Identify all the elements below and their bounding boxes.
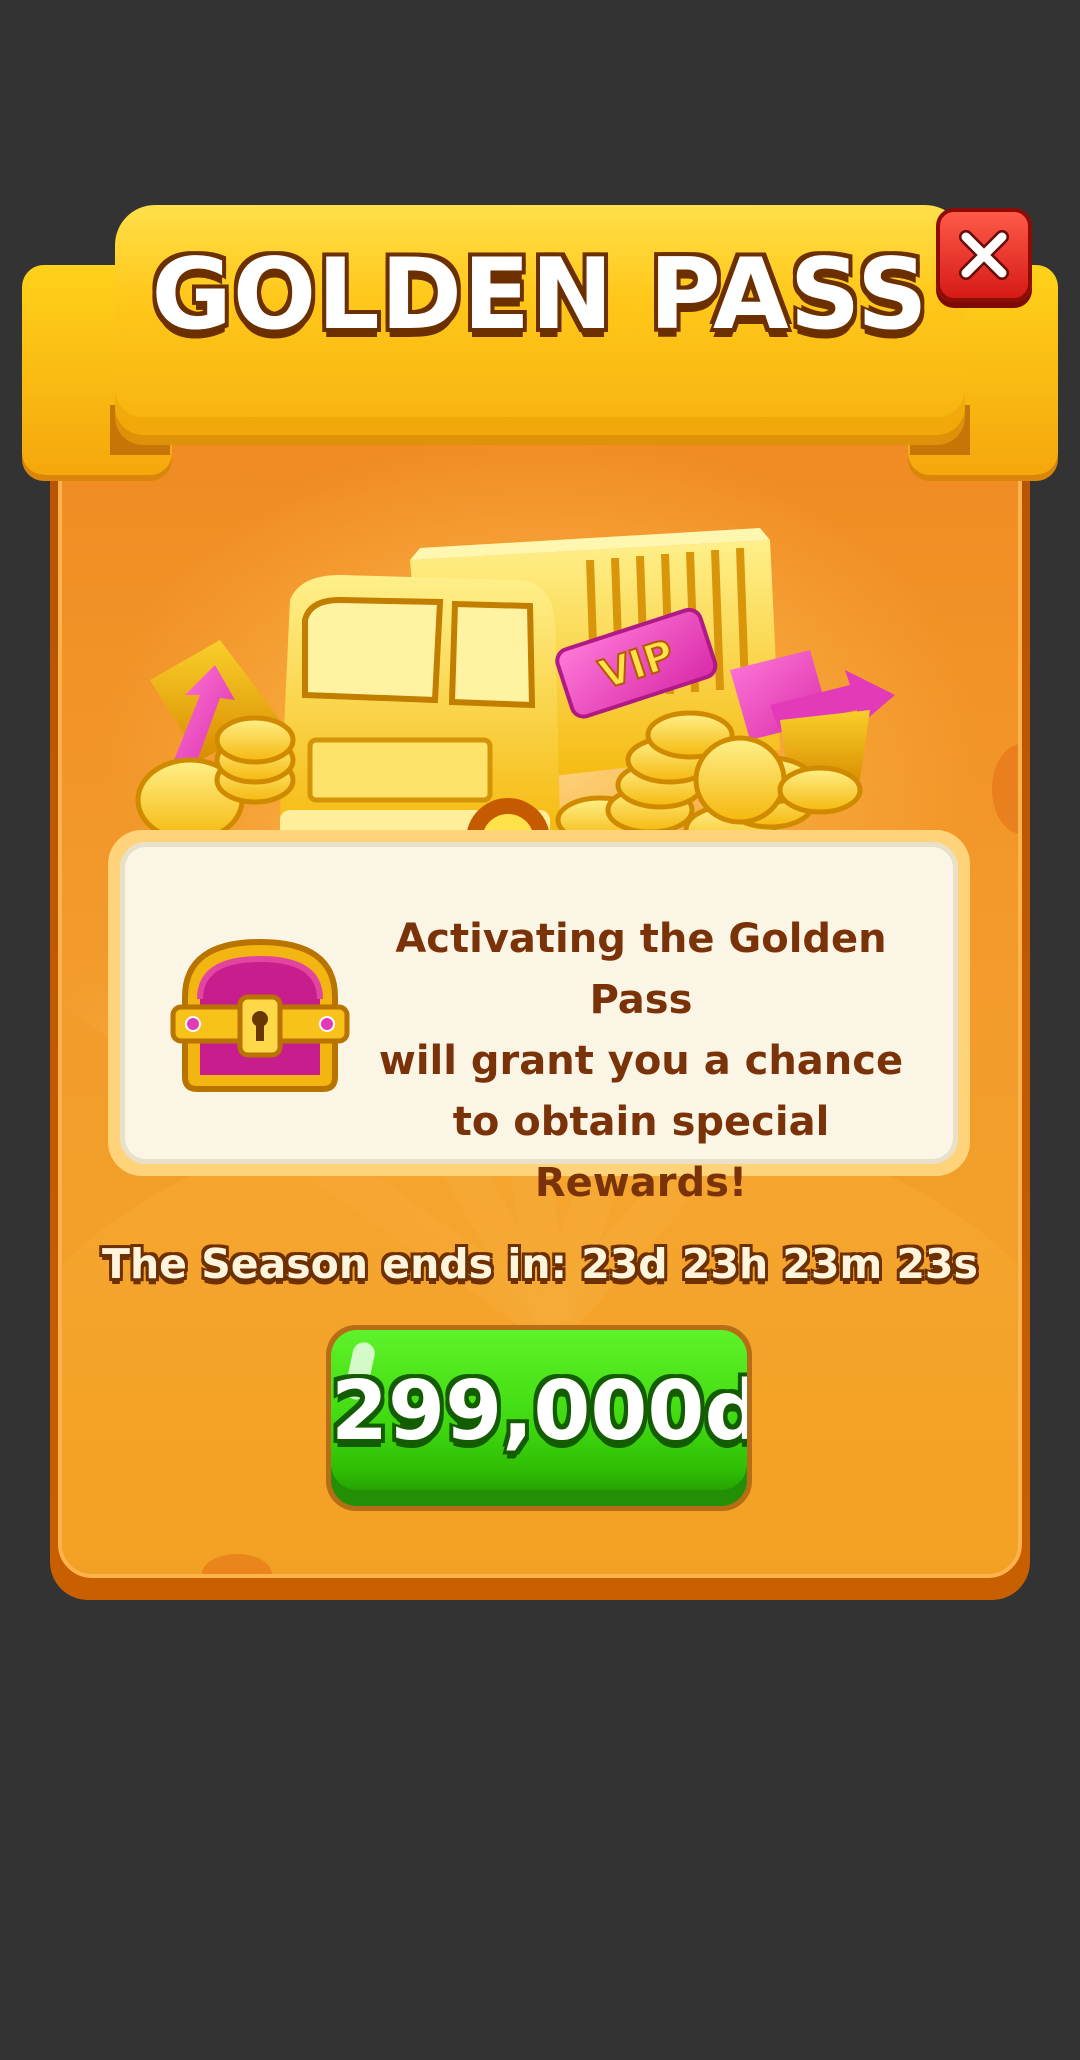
info-card: Activating the Golden Pass will grant yo… bbox=[108, 830, 970, 1206]
treasure-chest-icon bbox=[170, 938, 350, 1092]
buy-button-face[interactable]: 299,000d bbox=[331, 1330, 747, 1506]
close-button[interactable] bbox=[936, 208, 1032, 302]
info-card-body: Activating the Golden Pass will grant yo… bbox=[120, 842, 958, 1206]
buy-button[interactable]: 299,000d bbox=[326, 1325, 752, 1511]
close-icon bbox=[959, 230, 1009, 280]
reward-description: Activating the Golden Pass will grant yo… bbox=[378, 916, 904, 1206]
price-label[interactable]: 299,000d bbox=[331, 1364, 747, 1459]
popup-title: GOLDEN PASS bbox=[151, 238, 929, 352]
season-timer: The Season ends in: 23d 23h 23m 23s bbox=[102, 1240, 978, 1288]
